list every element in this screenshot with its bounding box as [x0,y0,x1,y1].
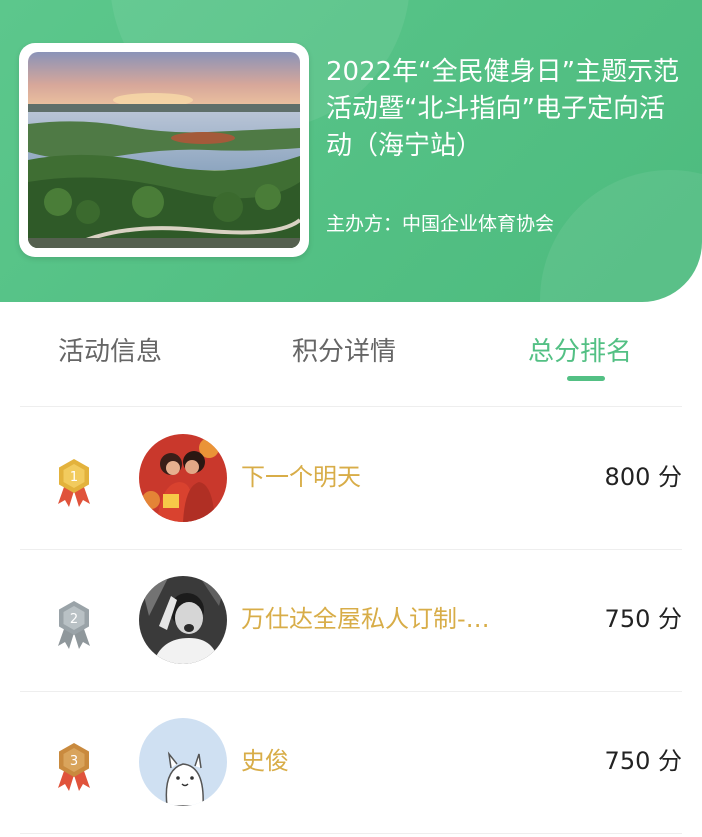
active-tab-indicator [567,376,605,381]
medal-rank: 3 [70,754,78,769]
user-avatar-image [139,718,227,806]
event-organizer: 主办方：中国企业体育协会 [326,210,686,238]
user-avatar-image [139,434,227,522]
organizer-label: 主办方： [326,213,403,235]
ranking-row[interactable]: 3 史俊 750 分 [0,691,702,833]
tab-bar: 活动信息 积分详情 总分排名 [0,330,702,380]
tab-score-details[interactable]: 积分详情 [292,330,396,374]
silver-medal-icon: 2 [58,601,90,649]
event-cover-image[interactable] [19,43,309,257]
landscape-photo [28,52,300,248]
user-score: 800 分 [605,460,682,494]
organizer-name: 中国企业体育协会 [402,213,555,235]
tab-total-ranking[interactable]: 总分排名 [528,330,632,374]
avatar[interactable] [139,718,227,806]
divider [20,833,682,834]
score-unit: 分 [658,747,682,775]
score-unit: 分 [658,605,682,633]
user-name: 史俊 [241,747,289,775]
event-title: 2022年“全民健身日”主题示范活动暨“北斗指向”电子定向活动（海宁站） [326,57,680,161]
avatar[interactable] [139,434,227,522]
event-header: 2022年“全民健身日”主题示范活动暨“北斗指向”电子定向活动（海宁站） 主办方… [0,0,702,302]
user-score: 750 分 [605,602,682,636]
user-avatar-image [139,576,227,664]
user-name: 万仕达全屋私人订制-… [241,605,490,633]
ranking-row[interactable]: 2 万仕达全屋私人订制-… 750 分 [0,549,702,691]
medal-rank: 2 [70,612,78,627]
score-value: 800 [604,463,651,491]
score-value: 750 [604,605,651,633]
medal-rank: 1 [70,470,78,485]
user-name: 下一个明天 [241,463,361,491]
tab-activity-info[interactable]: 活动信息 [58,330,162,374]
score-value: 750 [604,747,651,775]
user-score: 750 分 [605,744,682,778]
bronze-medal-icon: 3 [58,743,90,791]
ranking-row[interactable]: 1 下一个明天 800 分 [0,407,702,549]
gold-medal-icon: 1 [58,459,90,507]
avatar[interactable] [139,576,227,664]
score-unit: 分 [658,463,682,491]
